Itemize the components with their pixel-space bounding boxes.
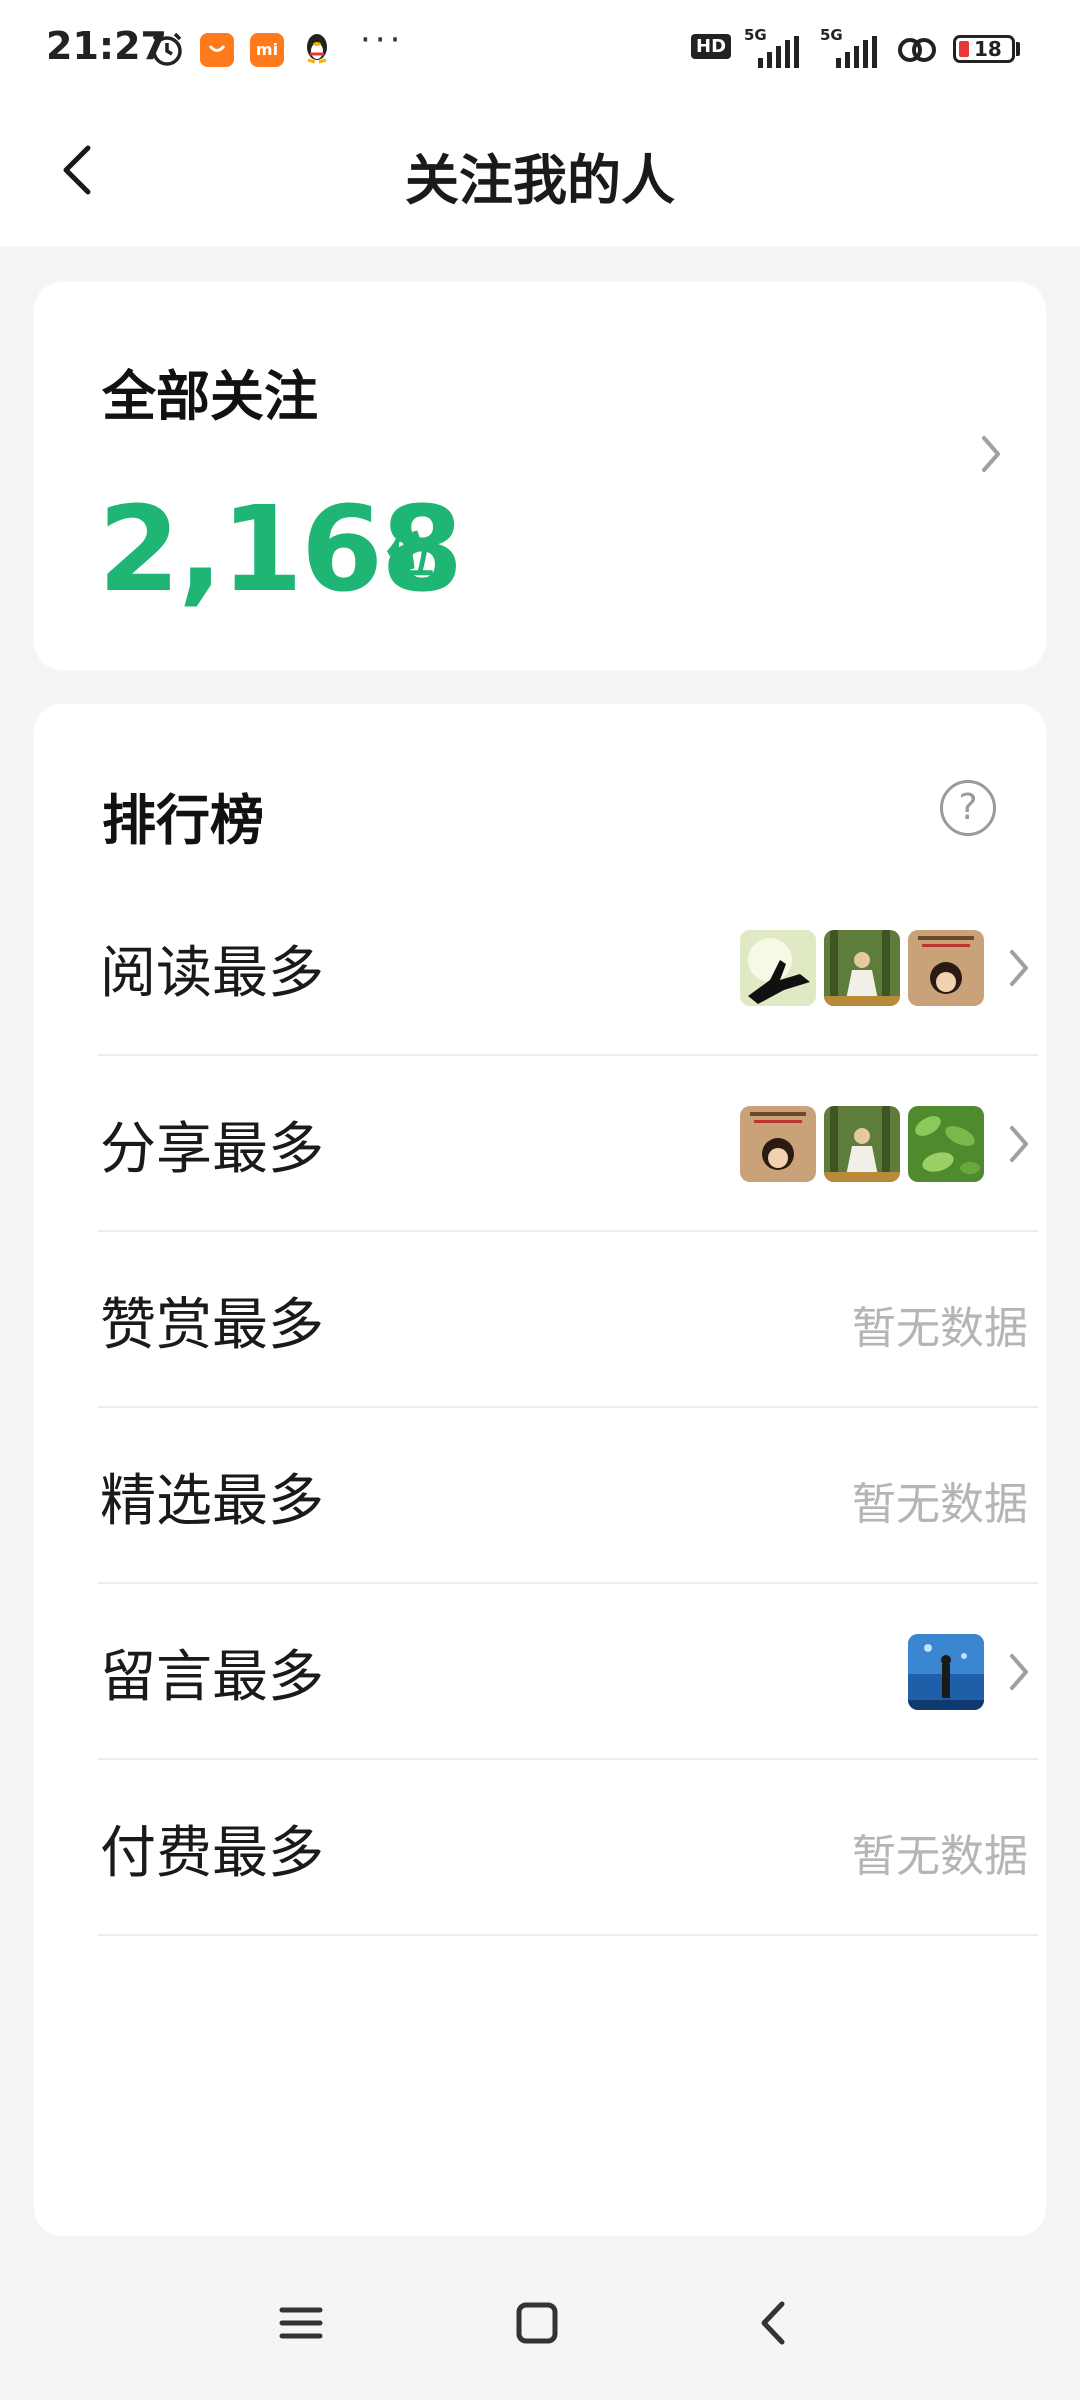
- no-data-text: 暂无数据: [852, 1479, 1028, 1530]
- more-notifications: ···: [360, 20, 405, 60]
- ranking-card: 排行榜 ? 阅读最多 分享最多 赞赏最多 暂无数据 精选最多 暂无数据 留言最多…: [34, 704, 1046, 2236]
- chevron-right-icon: [1004, 944, 1034, 992]
- avatar-forest-girl: [824, 1106, 900, 1182]
- total-followers-label: 全部关注: [102, 365, 318, 428]
- follower-avatars: [908, 1634, 984, 1710]
- chevron-right-icon: [976, 430, 1006, 478]
- rank-row-most-read[interactable]: 阅读最多: [98, 880, 1038, 1056]
- rank-row-most-featured[interactable]: 精选最多 暂无数据: [98, 1408, 1038, 1584]
- signal-icon: [756, 36, 804, 72]
- status-bar: 21:27 mi ··· HD 5G 5G 18: [0, 0, 1080, 100]
- follower-avatars: [740, 1106, 984, 1182]
- menu-icon[interactable]: [266, 2288, 336, 2358]
- rank-row-label: 付费最多: [100, 1821, 324, 1886]
- no-data-text: 暂无数据: [852, 1831, 1028, 1882]
- qq-penguin-icon: [302, 32, 332, 70]
- rank-row-label: 分享最多: [100, 1117, 324, 1182]
- rank-row-most-shared[interactable]: 分享最多: [98, 1056, 1038, 1232]
- back-icon[interactable]: [738, 2288, 808, 2358]
- battery-icon: 18: [953, 35, 1015, 63]
- home-icon[interactable]: [502, 2288, 572, 2358]
- avatar-hands-silhouette: [740, 930, 816, 1006]
- follower-avatars: [740, 930, 984, 1006]
- chevron-right-icon: [1004, 1120, 1034, 1168]
- system-navigation-bar: [0, 2240, 1080, 2400]
- avatar-underwater-person: [908, 1634, 984, 1710]
- rank-row-label: 精选最多: [100, 1469, 324, 1534]
- hd-voice-badge: HD: [691, 34, 732, 59]
- chevron-right-icon: [1004, 1648, 1034, 1696]
- rank-row-label: 阅读最多: [100, 941, 324, 1006]
- total-followers-card[interactable]: 全部关注 2,168 位: [34, 282, 1046, 670]
- avatar-cartoon-girl-poster: [908, 930, 984, 1006]
- rank-row-most-paid[interactable]: 付费最多 暂无数据: [98, 1760, 1038, 1936]
- header-bar: 关注我的人: [0, 100, 1080, 246]
- total-followers-unit: 位: [386, 528, 435, 584]
- avatar-green-leaves: [908, 1106, 984, 1182]
- alarm-icon: [148, 30, 186, 72]
- ranking-title: 排行榜: [102, 789, 264, 852]
- page-title: 关注我的人: [405, 149, 675, 212]
- avatar-forest-girl: [824, 930, 900, 1006]
- battery-level: 18: [974, 37, 1002, 61]
- rank-row-most-tipped[interactable]: 赞赏最多 暂无数据: [98, 1232, 1038, 1408]
- mi-app-icon: mi: [250, 33, 284, 67]
- rank-row-label: 赞赏最多: [100, 1293, 324, 1358]
- avatar-cartoon-girl-poster: [740, 1106, 816, 1182]
- signal-icon-2: [834, 36, 882, 72]
- no-data-text: 暂无数据: [852, 1303, 1028, 1354]
- link-icon: [896, 34, 938, 70]
- rank-row-label: 留言最多: [100, 1645, 324, 1710]
- question-icon[interactable]: ?: [940, 780, 996, 836]
- taobao-app-icon: [200, 33, 234, 67]
- rank-row-most-comments[interactable]: 留言最多: [98, 1584, 1038, 1760]
